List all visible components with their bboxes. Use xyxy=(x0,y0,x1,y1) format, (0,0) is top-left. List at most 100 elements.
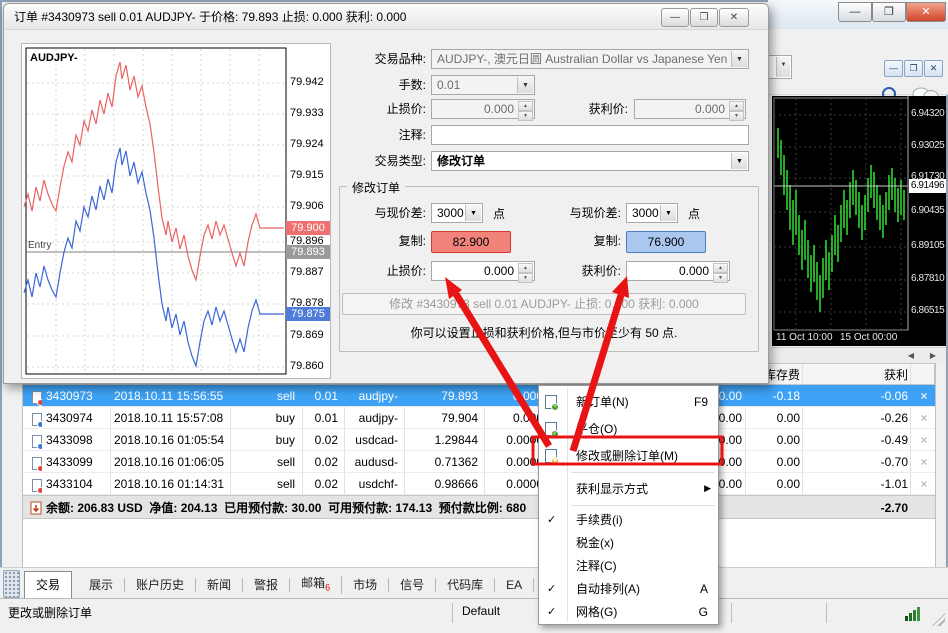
modify-takeprofit-input[interactable]: 0.000 ▲▼ xyxy=(626,261,730,281)
resize-grip[interactable] xyxy=(932,613,945,626)
divider xyxy=(826,603,827,623)
modify-hint-text: 你可以设置止损和获利价格,但与市价至少有 50 点. xyxy=(342,324,746,341)
status-profile[interactable]: Default xyxy=(462,604,500,618)
order-buy-icon xyxy=(28,407,42,429)
close-order-icon[interactable]: × xyxy=(915,451,933,473)
order-type: sell xyxy=(235,385,295,407)
menu-item-label: 自动排列(A) xyxy=(576,580,640,597)
copy-buy-price-button[interactable]: 76.900 xyxy=(626,231,706,253)
order-price: 0.71362 xyxy=(408,451,478,473)
order-row[interactable]: 3430973 2018.10.11 15:56:55 sell 0.01 au… xyxy=(22,385,935,407)
close-order-icon[interactable]: × xyxy=(915,473,933,495)
total-profit: -2.70 xyxy=(828,496,908,518)
menu-item-new-order[interactable]: + 新订单(N) F9 xyxy=(539,388,718,415)
order-row[interactable]: 3433099 2018.10.16 01:06:05 sell 0.02 au… xyxy=(22,451,935,473)
modify-stoploss-input[interactable]: 0.000 ▲▼ xyxy=(431,261,535,281)
dialog-minimize-button[interactable]: — xyxy=(661,8,689,27)
main-minimize-button[interactable]: — xyxy=(838,2,872,22)
order-price: 0.98666 xyxy=(408,473,478,495)
menu-item-label: 注释(C) xyxy=(576,557,617,574)
menu-item-label: 平仓(O) xyxy=(576,420,617,437)
price-scale-label: 6.86515 xyxy=(911,305,946,316)
menu-item-profit-display[interactable]: 获利显示方式 ▶ xyxy=(539,475,718,502)
tab-trade[interactable]: 交易 xyxy=(24,571,72,600)
order-id: 3433099 xyxy=(46,451,106,473)
trade-type-label: 交易类型: xyxy=(336,151,426,171)
order-id: 3433098 xyxy=(46,429,106,451)
order-type: sell xyxy=(235,451,295,473)
order-row[interactable]: 3433098 2018.10.16 01:05:54 buy 0.02 usd… xyxy=(22,429,935,451)
column-header-profit[interactable]: 获利 xyxy=(828,364,908,386)
order-swap: 0.00 xyxy=(730,429,800,451)
dialog-tick-chart: AUDJPY- Entry 79.942 79.933 79.924 79.91… xyxy=(21,43,331,379)
modify-order-button[interactable]: 修改 #3430973 sell 0.01 AUDJPY- 止损: 0.000 … xyxy=(342,293,746,315)
market-chart[interactable]: 6.94320 6.93025 6.91730 6.90435 6.89105 … xyxy=(772,96,946,346)
scroll-left-arrow[interactable]: ◀ xyxy=(903,349,919,362)
panel-grip[interactable] xyxy=(3,570,20,598)
price-scale-label: 6.87810 xyxy=(911,273,946,284)
symbol-label: 交易品种: xyxy=(336,49,426,69)
menu-shortcut: F9 xyxy=(680,395,708,409)
chart-restore-button[interactable]: ❐ xyxy=(904,60,923,77)
order-id: 3430974 xyxy=(46,407,106,429)
main-titlebar: — ❐ ✕ xyxy=(768,0,948,29)
divider xyxy=(452,603,453,623)
tab-codebase[interactable]: 代码库 xyxy=(436,578,495,592)
order-row[interactable]: 3433104 2018.10.16 01:14:31 sell 0.02 us… xyxy=(22,473,935,495)
panel-border xyxy=(935,363,936,567)
close-order-icon[interactable]: × xyxy=(915,407,933,429)
menu-item-grid[interactable]: ✓ 网格(G) G xyxy=(539,600,718,623)
price-scale-label: 79.942 xyxy=(290,76,332,88)
menu-item-comments[interactable]: 注释(C) xyxy=(539,554,718,577)
tab-exposure[interactable]: 展示 xyxy=(78,578,125,592)
entry-price-badge: 79.893 xyxy=(286,245,330,259)
copy-sell-price-button[interactable]: 82.900 xyxy=(431,231,511,253)
diff-select-buy[interactable]: 3000 ▼ xyxy=(626,203,678,223)
menu-item-taxes[interactable]: 税金(x) xyxy=(539,531,718,554)
chart-close-button[interactable]: ✕ xyxy=(924,60,943,77)
mt4-terminal-window: — ❐ ✕ — ❐ ✕ ▼ xyxy=(0,0,948,633)
tab-alerts[interactable]: 警报 xyxy=(243,578,290,592)
menu-item-modify-order[interactable]: ✱ 修改或删除订单(M) xyxy=(539,442,718,469)
tab-news[interactable]: 新闻 xyxy=(196,578,243,592)
spin-up-icon[interactable]: ▲ xyxy=(713,263,728,273)
trade-type-select[interactable]: 修改订单 ▼ xyxy=(431,151,749,171)
main-close-button[interactable]: ✕ xyxy=(906,2,946,22)
tab-ea[interactable]: EA xyxy=(495,578,534,592)
menu-item-auto-arrange[interactable]: ✓ 自动排列(A) A xyxy=(539,577,718,600)
tab-market[interactable]: 市场 xyxy=(342,578,389,592)
dialog-close-button[interactable]: ✕ xyxy=(719,8,749,27)
menu-item-commissions[interactable]: ✓ 手续费(i) xyxy=(539,508,718,531)
tab-account-history[interactable]: 账户历史 xyxy=(125,578,196,592)
order-stoploss: 0.000 xyxy=(483,385,543,407)
order-id: 3430973 xyxy=(46,385,106,407)
order-buy-icon xyxy=(28,429,42,451)
scroll-right-arrow[interactable]: ▶ xyxy=(925,349,941,362)
chart-hscrollbar[interactable]: ◀ ▶ xyxy=(772,347,946,363)
order-symbol: usdcad- xyxy=(328,429,398,451)
chart-minimize-button[interactable]: — xyxy=(884,60,903,77)
order-profit: -1.01 xyxy=(828,473,908,495)
menu-item-close-order[interactable]: ✓ 平仓(O) xyxy=(539,415,718,442)
diff-select-sell[interactable]: 3000 ▼ xyxy=(431,203,483,223)
close-order-icon[interactable]: × xyxy=(915,385,933,407)
order-swap: -0.18 xyxy=(730,385,800,407)
order-row[interactable]: 3430974 2018.10.11 15:57:08 buy 0.01 aud… xyxy=(22,407,935,429)
takeprofit-label: 获利价: xyxy=(538,99,628,119)
tab-signals[interactable]: 信号 xyxy=(389,578,436,592)
chart-symbol-label: AUDJPY- xyxy=(30,52,78,64)
dialog-titlebar[interactable]: 订单 #3430973 sell 0.01 AUDJPY- 于价格: 79.89… xyxy=(4,4,768,30)
comment-input[interactable] xyxy=(431,125,749,145)
spin-up-icon: ▲ xyxy=(729,101,744,111)
checkmark-icon: ✓ xyxy=(547,582,556,595)
balance-history-icon xyxy=(28,497,42,519)
terminal-tabbar: 交易 展示 账户历史 新闻 警报 邮箱6 市场 信号 代码库 EA 日志 xyxy=(0,567,948,598)
order-sell-icon xyxy=(28,473,42,495)
tab-mailbox[interactable]: 邮箱6 xyxy=(290,576,342,594)
dialog-maximize-button[interactable]: ❐ xyxy=(690,8,718,27)
close-order-icon[interactable]: × xyxy=(915,429,933,451)
menu-item-label: 网格(G) xyxy=(576,603,617,620)
order-symbol: audjpy- xyxy=(328,385,398,407)
main-maximize-button[interactable]: ❐ xyxy=(872,2,906,22)
spin-down-icon[interactable]: ▼ xyxy=(713,273,728,283)
